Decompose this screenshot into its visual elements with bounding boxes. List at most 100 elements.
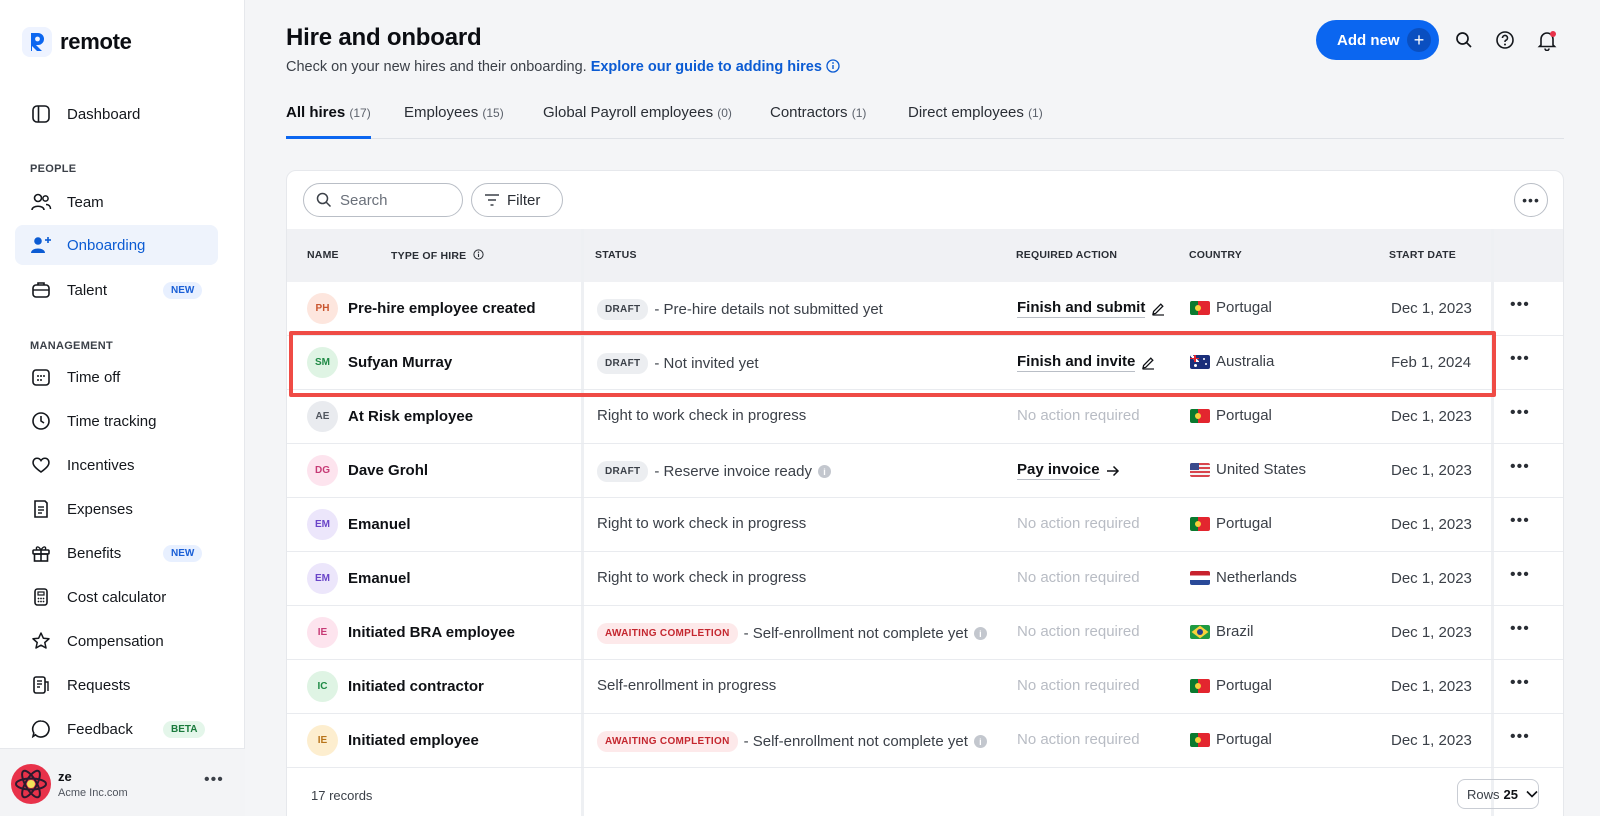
table-row[interactable]: AE At Risk employee Right to work check … <box>287 390 1563 444</box>
hire-name[interactable]: Dave Grohl <box>348 462 428 479</box>
beta-badge: BETA <box>163 720 206 738</box>
user-menu[interactable]: ze Acme Inc.com ••• <box>0 748 245 816</box>
guide-link-text: Explore our guide to adding hires <box>590 59 822 75</box>
col-start-date[interactable]: START DATE <box>1389 249 1456 261</box>
table-row[interactable]: IE Initiated employee AWAITING COMPLETIO… <box>287 714 1563 768</box>
table-row[interactable]: PH Pre-hire employee created DRAFT - Pre-… <box>287 282 1563 336</box>
guide-link[interactable]: Explore our guide to adding hires <box>591 59 840 75</box>
tab-direct-employees[interactable]: Direct employees (1) <box>908 104 1043 139</box>
info-icon[interactable]: i <box>817 465 831 478</box>
arrow-right-icon <box>1106 465 1119 476</box>
row-highlight-annotation <box>289 331 1496 397</box>
row-more-icon[interactable]: ••• <box>1510 296 1530 314</box>
hire-name[interactable]: Emanuel <box>348 516 411 533</box>
tab-global-payroll[interactable]: Global Payroll employees (0) <box>543 104 732 139</box>
row-more-icon[interactable]: ••• <box>1510 458 1530 476</box>
tab-label: Direct employees <box>908 104 1024 121</box>
portugal-flag-icon <box>1190 732 1210 747</box>
country-cell: United States <box>1190 461 1306 478</box>
sidebar-item-time-tracking[interactable]: Time tracking <box>15 401 218 441</box>
sidebar-item-talent[interactable]: Talent NEW <box>15 270 218 310</box>
col-status[interactable]: STATUS <box>595 249 637 261</box>
table-row[interactable]: EM Emanuel Right to work check in progre… <box>287 552 1563 606</box>
info-icon[interactable]: i <box>973 735 987 748</box>
logo[interactable]: remote <box>22 27 132 57</box>
more-icon[interactable]: ••• <box>204 771 224 789</box>
col-name[interactable]: NAME <box>307 249 339 261</box>
section-people: PEOPLE <box>30 163 77 175</box>
united-states-flag-icon <box>1190 462 1210 477</box>
hire-name[interactable]: Initiated BRA employee <box>348 624 515 641</box>
sidebar-label: Requests <box>67 676 131 694</box>
tab-all-hires[interactable]: All hires (17) <box>286 104 371 139</box>
sidebar-item-benefits[interactable]: Benefits NEW <box>15 533 218 573</box>
hire-name[interactable]: Pre-hire employee created <box>348 300 536 317</box>
start-date: Dec 1, 2023 <box>1391 624 1472 641</box>
country-name: Portugal <box>1216 677 1272 694</box>
avatar: EM <box>307 563 338 594</box>
table-row[interactable]: EM Emanuel Right to work check in progre… <box>287 498 1563 552</box>
rows-label: Rows <box>1467 786 1500 802</box>
hire-tabs: All hires (17) Employees (15) Global Pay… <box>286 100 1564 139</box>
rows-per-page-select[interactable]: Rows 25 <box>1457 779 1539 809</box>
avatar: IC <box>307 671 338 702</box>
sidebar-item-requests[interactable]: Requests <box>15 665 218 705</box>
row-more-icon[interactable]: ••• <box>1510 404 1530 422</box>
search-input[interactable]: Search <box>340 192 388 209</box>
tab-count: (17) <box>349 106 371 120</box>
bell-icon[interactable] <box>1535 28 1559 52</box>
section-management: MANAGEMENT <box>30 340 114 352</box>
col-country[interactable]: COUNTRY <box>1189 249 1242 261</box>
status-cell: Right to work check in progress <box>597 515 806 532</box>
hire-name[interactable]: Initiated employee <box>348 732 479 749</box>
avatar <box>10 763 52 805</box>
help-icon[interactable] <box>1493 28 1517 52</box>
row-more-icon[interactable]: ••• <box>1510 674 1530 692</box>
sidebar-item-feedback[interactable]: Feedback BETA <box>15 709 218 749</box>
country-cell: Portugal <box>1190 407 1272 424</box>
action-text: Finish and submit <box>1017 299 1146 318</box>
table-row[interactable]: IE Initiated BRA employee AWAITING COMPL… <box>287 606 1563 660</box>
hire-name[interactable]: Initiated contractor <box>348 678 484 695</box>
row-more-icon[interactable]: ••• <box>1510 350 1530 368</box>
hire-name[interactable]: At Risk employee <box>348 408 473 425</box>
sidebar-item-compensation[interactable]: Compensation <box>15 621 218 661</box>
finish-and-submit-link[interactable]: Finish and submit <box>1017 299 1165 318</box>
row-more-icon[interactable]: ••• <box>1510 620 1530 638</box>
sidebar-label: Incentives <box>67 456 135 474</box>
status-cell: AWAITING COMPLETION - Self-enrollment not… <box>597 623 987 644</box>
info-icon[interactable]: i <box>973 627 987 640</box>
start-date: Dec 1, 2023 <box>1391 408 1472 425</box>
row-more-icon[interactable]: ••• <box>1510 512 1530 530</box>
table-row[interactable]: IC Initiated contractor Self-enrollment … <box>287 660 1563 714</box>
sidebar-label: Cost calculator <box>67 588 167 606</box>
row-more-icon[interactable]: ••• <box>1510 566 1530 584</box>
tab-contractors[interactable]: Contractors (1) <box>770 104 866 139</box>
sidebar-item-incentives[interactable]: Incentives <box>15 445 218 485</box>
sidebar-item-dashboard[interactable]: Dashboard <box>15 94 218 134</box>
search-box[interactable]: Search <box>303 183 463 217</box>
search-icon <box>316 192 332 208</box>
avatar: IE <box>307 725 338 756</box>
table-options-button[interactable]: ••• <box>1514 183 1548 217</box>
sidebar-item-onboarding[interactable]: Onboarding <box>15 225 218 265</box>
col-required-action[interactable]: REQUIRED ACTION <box>1016 249 1117 261</box>
pay-invoice-link[interactable]: Pay invoice <box>1017 461 1120 480</box>
tab-employees[interactable]: Employees (15) <box>404 104 504 139</box>
hire-name[interactable]: Emanuel <box>348 570 411 587</box>
country-name: Portugal <box>1216 515 1272 532</box>
col-type[interactable]: TYPE OF HIRE <box>391 249 485 262</box>
add-new-button[interactable]: Add new + <box>1316 20 1439 60</box>
sidebar-item-time-off[interactable]: Time off <box>15 357 218 397</box>
table-row[interactable]: DG Dave Grohl DRAFT - Reserve invoice rea… <box>287 444 1563 498</box>
search-icon[interactable] <box>1452 28 1476 52</box>
filter-button[interactable]: Filter <box>471 183 563 217</box>
gift-icon <box>30 542 52 564</box>
no-action-text: No action required <box>1017 677 1140 694</box>
sidebar-item-expenses[interactable]: Expenses <box>15 489 218 529</box>
no-action-text: No action required <box>1017 731 1140 748</box>
sidebar-item-cost-calculator[interactable]: Cost calculator <box>15 577 218 617</box>
sidebar-item-team[interactable]: Team <box>15 182 218 222</box>
team-icon <box>30 191 52 213</box>
row-more-icon[interactable]: ••• <box>1510 728 1530 746</box>
